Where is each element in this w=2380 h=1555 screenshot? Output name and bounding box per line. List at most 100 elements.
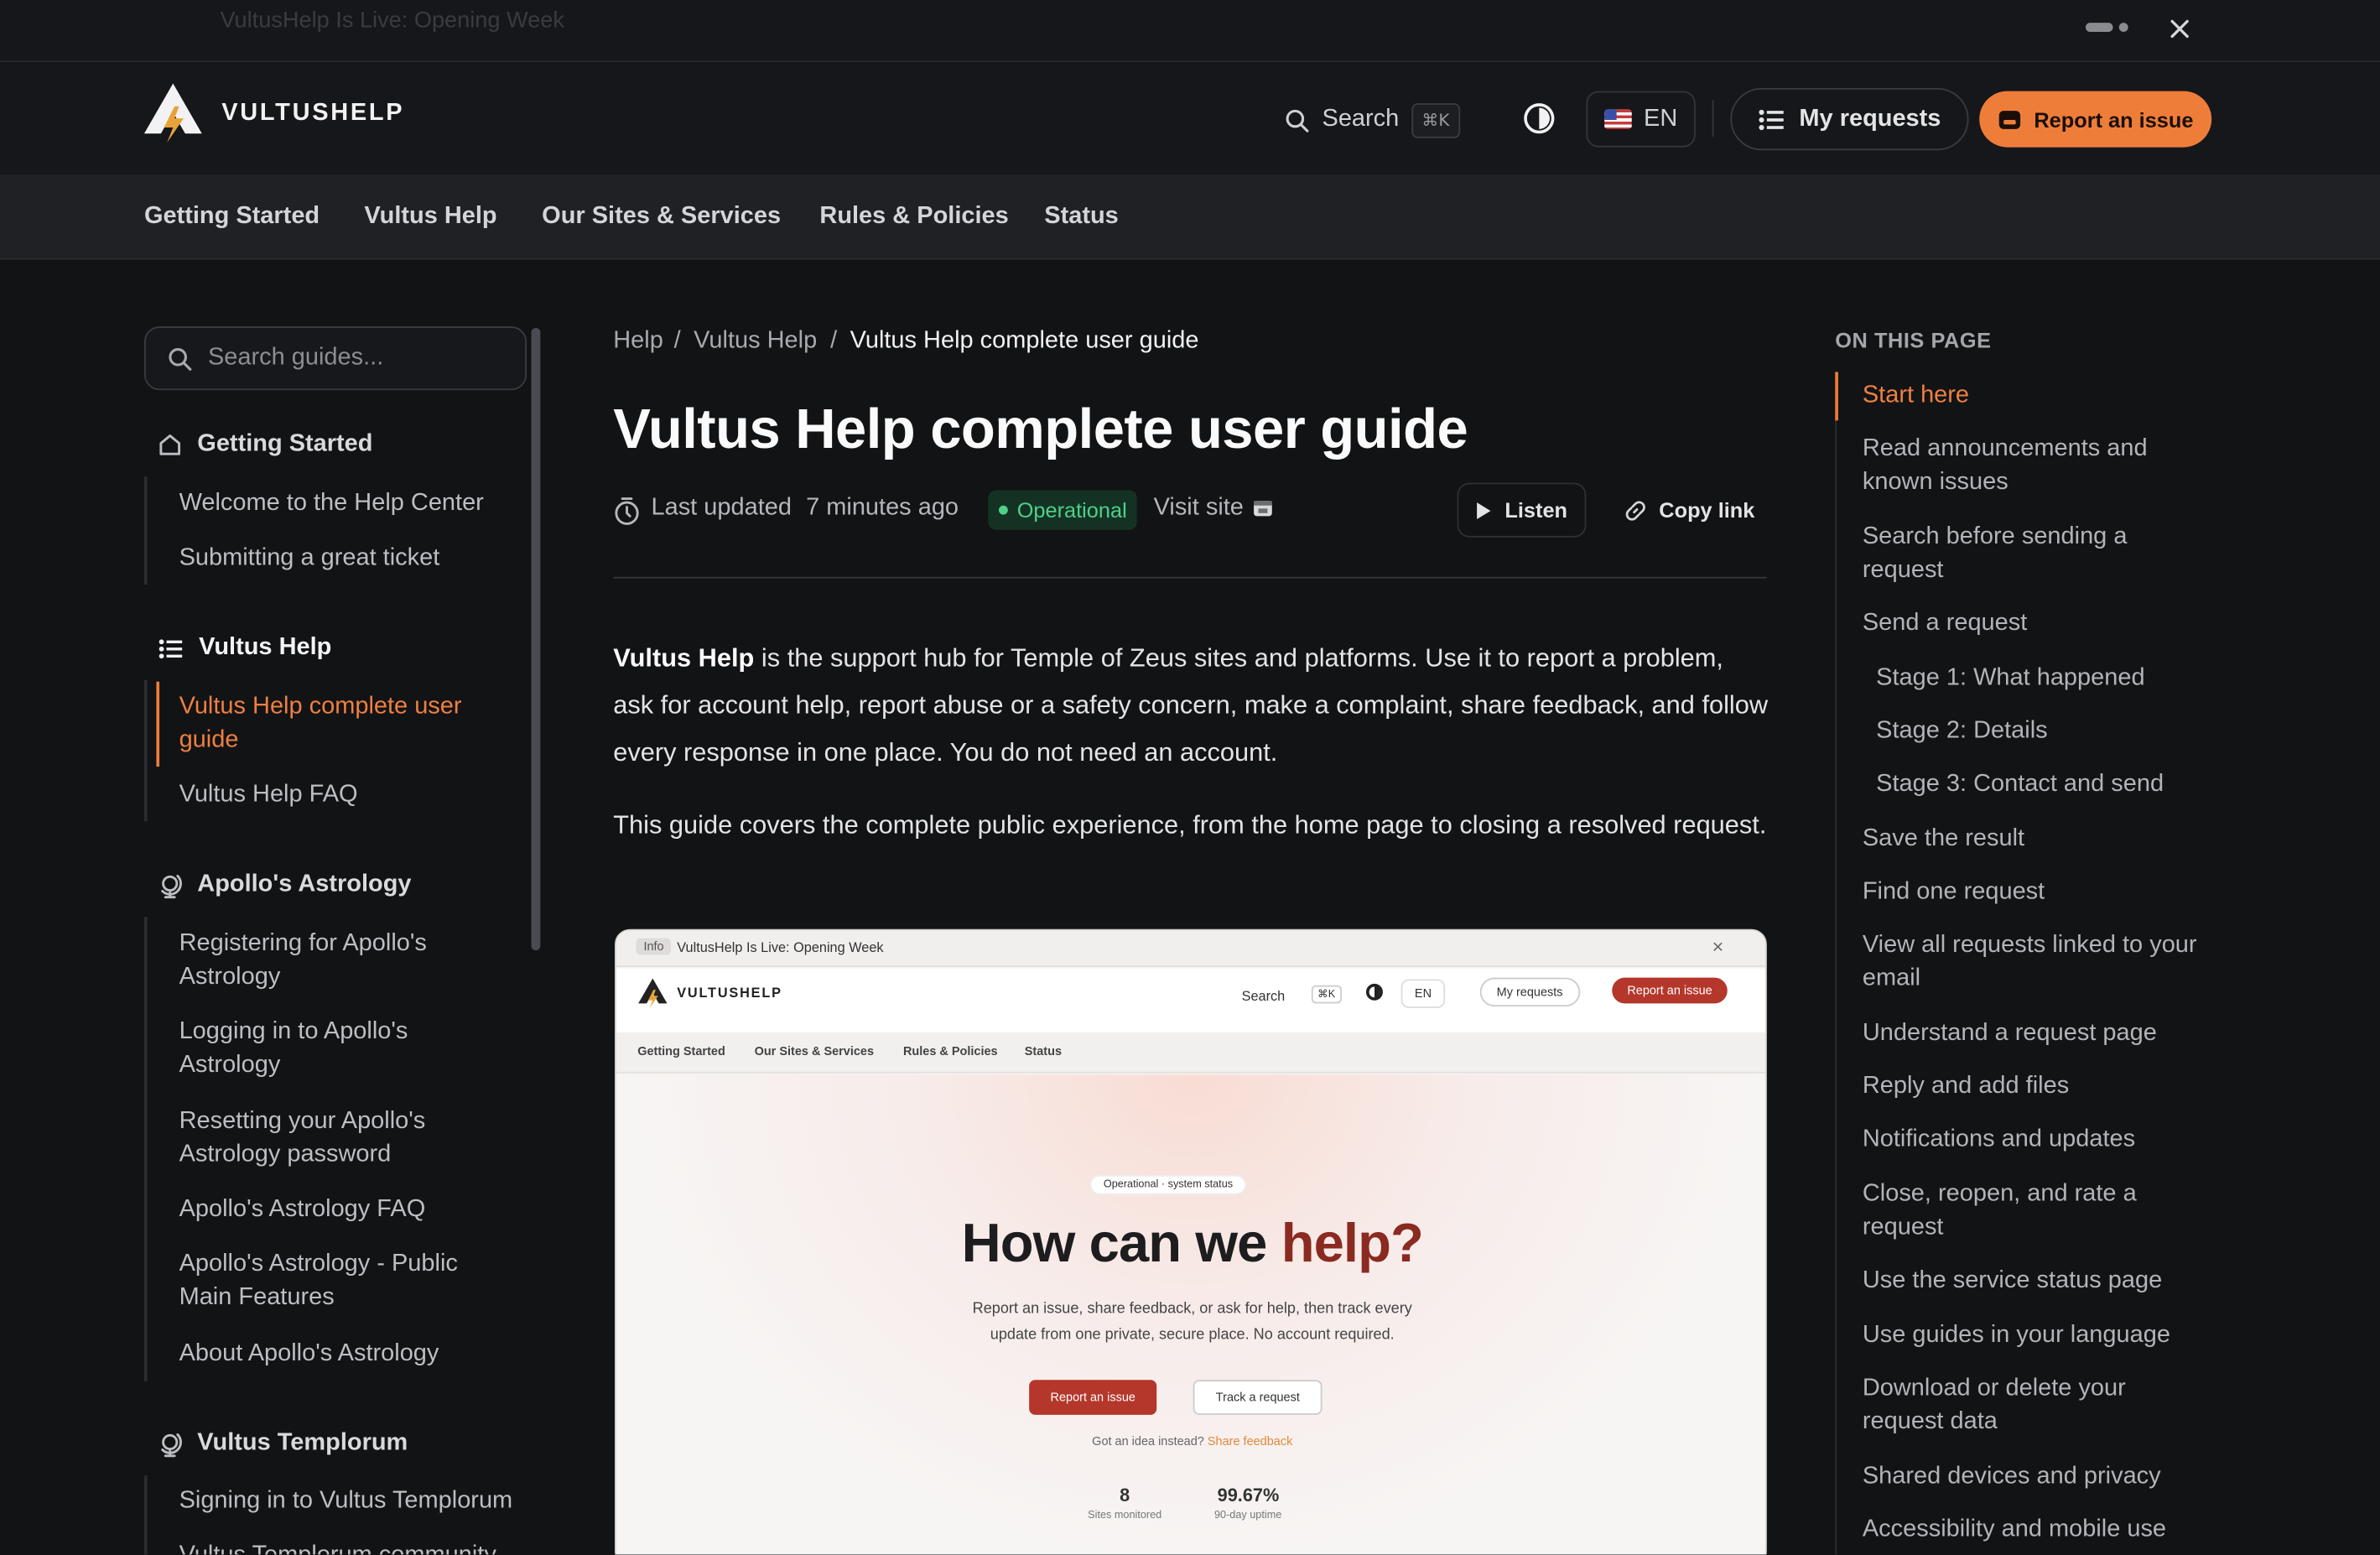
toc-download-delete[interactable]: Download or delete your request data (1863, 1372, 2166, 1439)
sidebar-scrollbar[interactable] (531, 327, 541, 951)
copy-link-label: Copy link (1659, 497, 1755, 523)
nav-vultus-help[interactable]: Vultus Help (364, 204, 496, 231)
logo-icon[interactable] (143, 82, 203, 143)
toc-stage-1[interactable]: Stage 1: What happened (1876, 662, 2240, 695)
list-icon (158, 638, 183, 658)
close-icon[interactable] (2164, 13, 2195, 44)
toc-shared-devices[interactable]: Shared devices and privacy (1863, 1460, 2227, 1494)
breadcrumb-vultus-help[interactable]: Vultus Help (694, 328, 817, 356)
toc-view-all-requests[interactable]: View all requests linked to your email (1863, 929, 2227, 996)
timer-icon (615, 497, 639, 525)
toc-find-request[interactable]: Find one request (1863, 876, 2227, 909)
screenshot-lang: EN (1400, 979, 1446, 1008)
carousel-dots[interactable] (2085, 23, 2131, 34)
last-updated-label: Last updated (651, 495, 792, 521)
toc-reply-files[interactable]: Reply and add files (1863, 1070, 2227, 1104)
sidebar-item-public-main-features[interactable]: Apollo's Astrology - Public Main Feature… (179, 1248, 506, 1315)
toc-close-reopen[interactable]: Close, reopen, and rate a request (1863, 1178, 2166, 1246)
toc-search-before[interactable]: Search before sending a request (1863, 521, 2174, 588)
screenshot-hero-a: How can we (961, 1211, 1281, 1274)
toc-announcements[interactable]: Read announcements and known issues (1863, 433, 2204, 500)
toc-stage-2[interactable]: Stage 2: Details (1876, 715, 2240, 749)
toc-accessibility[interactable]: Accessibility and mobile use (1863, 1514, 2227, 1547)
nav-getting-started[interactable]: Getting Started (144, 204, 320, 231)
sidebar-group-title: Vultus Templorum (197, 1430, 408, 1456)
toc-notifications[interactable]: Notifications and updates (1863, 1123, 2227, 1157)
language-label: EN (1644, 105, 1678, 132)
listen-label: Listen (1504, 497, 1568, 523)
search-icon (1286, 108, 1309, 132)
sidebar-group-title: Apollo's Astrology (197, 871, 412, 897)
screenshot-logo-icon (638, 978, 668, 1008)
screenshot-hero-sub1: Report an issue, share feedback, or ask … (972, 1301, 1412, 1318)
sidebar-item-complete-user-guide[interactable]: Vultus Help complete user guide (179, 691, 506, 758)
divider (1712, 100, 1714, 137)
announcement-text[interactable]: VultusHelp Is Live: Opening Week (220, 8, 564, 34)
screenshot-info-tag: Info (636, 938, 672, 955)
sidebar-item-about-apollos[interactable]: About Apollo's Astrology (179, 1338, 439, 1371)
sidebar-item-submitting-ticket[interactable]: Submitting a great ticket (179, 542, 440, 575)
copy-link-button[interactable]: Copy link (1614, 483, 1765, 538)
globe-icon (161, 1433, 182, 1457)
intro-text: is the support hub for Temple of Zeus si… (613, 643, 1769, 767)
sidebar-item-registering[interactable]: Registering for Apollo's Astrology (179, 928, 506, 995)
sidebar-item-resetting-password[interactable]: Resetting your Apollo's Astrology passwo… (179, 1105, 506, 1173)
breadcrumb-separator: / (830, 327, 838, 354)
sidebar-item-welcome[interactable]: Welcome to the Help Center (179, 487, 484, 521)
home-icon (159, 434, 181, 455)
screenshot-hero: Operational · system status How can we h… (616, 1074, 1766, 1555)
sidebar-item-vultus-help-faq[interactable]: Vultus Help FAQ (179, 779, 358, 813)
report-issue-button[interactable]: Report an issue (1979, 91, 2212, 148)
toc-send-request[interactable]: Send a request (1863, 607, 2227, 641)
announcement-bar: VultusHelp Is Live: Opening Week (0, 0, 2380, 63)
my-requests-button[interactable]: My requests (1730, 87, 1969, 151)
group-line (143, 1475, 148, 1555)
group-line (143, 917, 148, 1382)
visit-site-label: Visit site (1153, 495, 1244, 521)
breadcrumb-help[interactable]: Help (613, 328, 663, 356)
sidebar-item-templorum-community[interactable]: Vultus Templorum community (179, 1539, 496, 1554)
toc-active-indicator (1835, 372, 1838, 421)
sidebar-group-vultus-help[interactable]: Vultus Help (158, 635, 331, 663)
toc-start-here[interactable]: Start here (1863, 380, 2227, 413)
toc-guides-language[interactable]: Use guides in your language (1863, 1319, 2227, 1353)
link-icon (1625, 500, 1645, 520)
sidebar-item-logging-in[interactable]: Logging in to Apollo's Astrology (179, 1016, 468, 1083)
screenshot-announcement-text: VultusHelp Is Live: Opening Week (677, 939, 884, 955)
sidebar-item-apollos-faq[interactable]: Apollo's Astrology FAQ (179, 1194, 426, 1227)
guide-search-box[interactable] (143, 326, 527, 391)
sidebar-group-apollos-astrology[interactable]: Apollo's Astrology (158, 871, 412, 899)
screenshot-hero-sub: Report an issue, share feedback, or ask … (616, 1297, 1765, 1349)
home-page-screenshot: Info VultusHelp Is Live: Opening Week × … (615, 928, 1767, 1555)
nav-status[interactable]: Status (1044, 204, 1119, 231)
header-search-button[interactable]: Search ⌘K (1284, 97, 1461, 143)
screenshot-nav: Getting Started Our Sites & Services Rul… (616, 1032, 1766, 1074)
language-button[interactable]: EN (1586, 91, 1696, 148)
toc-status-page[interactable]: Use the service status page (1863, 1265, 2227, 1298)
listen-button[interactable]: Listen (1457, 482, 1587, 538)
sidebar-group-getting-started[interactable]: Getting Started (158, 431, 372, 459)
toc-request-page[interactable]: Understand a request page (1863, 1017, 2227, 1051)
divider (613, 576, 1767, 579)
sidebar-item-signing-in-templorum[interactable]: Signing in to Vultus Templorum (179, 1485, 513, 1518)
guide-search-input[interactable] (207, 344, 496, 372)
toc-stage-3[interactable]: Stage 3: Contact and send (1876, 768, 2240, 802)
nav-sites-services[interactable]: Our Sites & Services (542, 204, 781, 231)
sidebar-group-title: Vultus Help (199, 634, 332, 661)
sidebar-group-vultus-templorum[interactable]: Vultus Templorum (158, 1430, 408, 1458)
brand-name[interactable]: VULTUSHELP (221, 100, 404, 127)
screenshot-stat2-value: 99.67% (1217, 1485, 1280, 1506)
screenshot-theme-icon (1366, 983, 1383, 1001)
intro-strong: Vultus Help (613, 643, 755, 673)
screenshot-brand: VULTUSHELP (677, 985, 782, 1001)
screenshot-my-requests: My requests (1479, 977, 1580, 1007)
toc-save-result[interactable]: Save the result (1863, 823, 2227, 856)
visit-site-link[interactable]: Visit site (1154, 495, 1274, 523)
theme-toggle-icon[interactable] (1522, 101, 1556, 135)
nav-rules-policies[interactable]: Rules & Policies (819, 204, 1008, 231)
status-badge[interactable]: Operational (988, 490, 1138, 530)
main-nav (0, 174, 2380, 260)
group-line (143, 476, 148, 585)
screenshot-hero-sub2: update from one private, secure place. N… (990, 1326, 1395, 1344)
screenshot-btn-report: Report an issue (1029, 1380, 1157, 1415)
